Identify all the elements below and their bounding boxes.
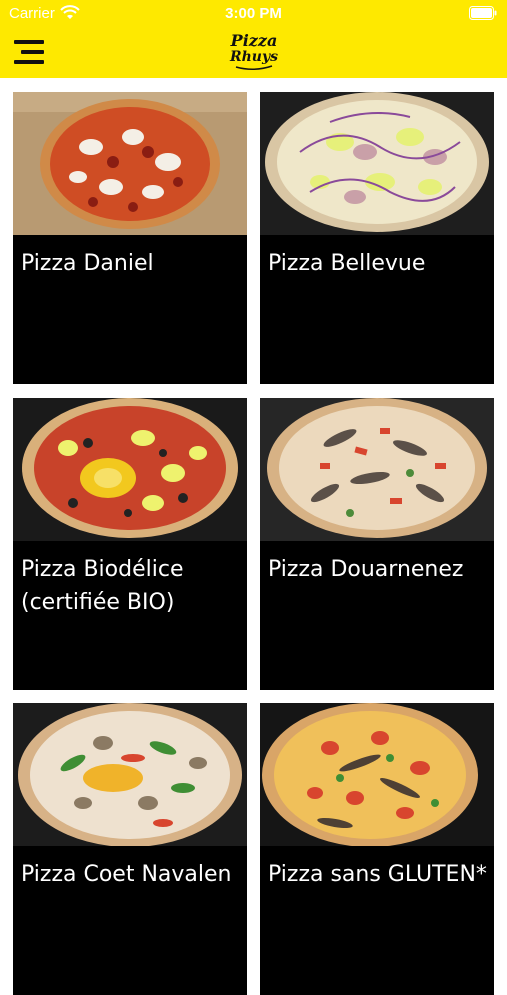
pizza-card-daniel[interactable]: Pizza Daniel [13, 92, 247, 384]
pizza-name: Pizza sans GLUTEN* [268, 862, 487, 887]
pizza-card-coet-navalen[interactable]: Pizza Coet Navalen [13, 703, 247, 995]
pizza-name: Pizza Daniel [21, 251, 154, 276]
menu-icon [14, 40, 44, 44]
pizza-name: Pizza Douarnenez [268, 557, 464, 582]
pizza-photo-egg-cheese-olives [13, 398, 247, 541]
logo-text-line2: Rhuys [229, 49, 278, 65]
status-bar: Carrier 3:00 PM [0, 0, 507, 28]
pizza-card-sans-gluten[interactable]: Pizza sans GLUTEN* [260, 703, 494, 995]
pizza-photo [13, 703, 247, 846]
pizza-name: Pizza Bellevue [268, 251, 426, 276]
battery-icon [469, 6, 497, 20]
pizza-photo [13, 398, 247, 541]
pizza-photo-vegetables-mushrooms [13, 703, 247, 846]
menu-button[interactable] [14, 38, 48, 68]
pizza-photo [260, 398, 494, 541]
logo-text-line1: Pizza [230, 31, 278, 50]
pizza-name: Pizza Coet Navalen [21, 862, 232, 887]
pizza-photo [13, 92, 247, 235]
pizza-photo-tomato-mozzarella-chorizo [13, 92, 247, 235]
logo-swoosh-icon [235, 65, 273, 70]
pizza-photo [260, 703, 494, 846]
status-time: 3:00 PM [225, 5, 282, 22]
brand-logo: Pizza Rhuys [224, 33, 284, 73]
pizza-card-biodelice[interactable]: Pizza Biodélice (certifiée BIO) [13, 398, 247, 690]
pizza-photo [260, 92, 494, 235]
pizza-card-bellevue[interactable]: Pizza Bellevue [260, 92, 494, 384]
pizza-card-douarnenez[interactable]: Pizza Douarnenez [260, 398, 494, 690]
app-header: Carrier 3:00 PM Pizza Rhuys [0, 0, 507, 78]
menu-icon-bottom-bar [14, 60, 44, 64]
menu-icon-middle-bar [21, 50, 44, 54]
pizza-photo-sardines-tomato [260, 398, 494, 541]
pizza-photo-anchovies-tomato [260, 703, 494, 846]
pizza-photo-white-ham-onion [260, 92, 494, 235]
pizza-grid: Pizza Daniel Pizza Bellevue Pizza Biodél… [0, 78, 507, 995]
pizza-name: Pizza Biodélice (certifiée BIO) [21, 557, 184, 615]
